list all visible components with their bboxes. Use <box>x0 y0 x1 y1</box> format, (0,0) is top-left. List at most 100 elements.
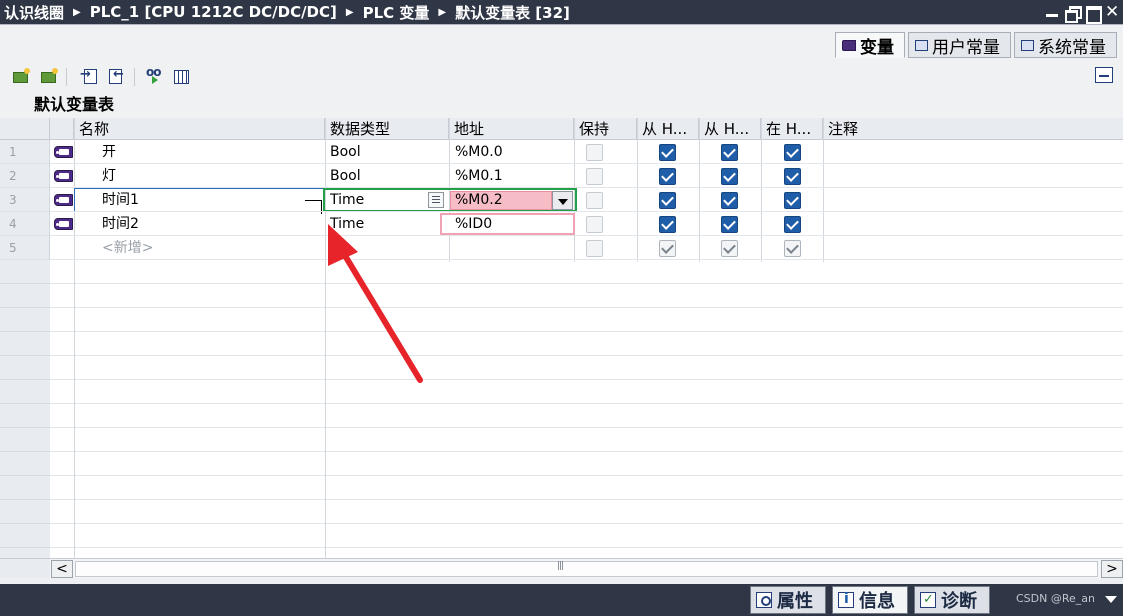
accessible-from-hmi-checkbox[interactable] <box>659 192 676 209</box>
restore-icon[interactable] <box>1065 5 1082 23</box>
tag-icon <box>54 218 73 230</box>
visible-in-hmi-checkbox[interactable] <box>784 216 801 233</box>
diagnostics-icon <box>920 592 936 608</box>
table-row[interactable]: 4 时间2 Time %ID0 <box>0 212 1123 236</box>
visible-in-hmi-checkbox[interactable] <box>784 168 801 185</box>
tag-icon <box>54 170 73 182</box>
accessible-from-hmi-checkbox[interactable] <box>659 240 676 257</box>
row-number: 3 <box>0 188 50 212</box>
toolbar <box>0 60 1123 92</box>
retain-checkbox[interactable] <box>586 144 603 161</box>
close-icon[interactable]: ✕ <box>1105 4 1119 21</box>
monitor-all-icon[interactable] <box>146 65 164 84</box>
tag-name[interactable]: 时间2 <box>102 212 139 236</box>
row-number: 2 <box>0 164 50 188</box>
text-cursor <box>305 200 321 201</box>
tab-tags[interactable]: 变量 <box>835 32 905 58</box>
table-row[interactable]: 1 开 Bool %M0.0 <box>0 140 1123 164</box>
visible-in-hmi-checkbox[interactable] <box>784 144 801 161</box>
visible-in-hmi-checkbox[interactable] <box>784 192 801 209</box>
maximize-icon[interactable] <box>1085 5 1102 24</box>
editor-tab-row: 变量 用户常量 系统常量 <box>0 24 1123 60</box>
breadcrumb-separator-icon: ▶ <box>345 6 354 18</box>
writable-from-hmi-checkbox[interactable] <box>721 168 738 185</box>
tag-name[interactable]: 时间1 <box>102 188 139 212</box>
add-tag-icon[interactable] <box>12 68 30 84</box>
scroll-right-icon[interactable]: > <box>1101 560 1123 578</box>
export-icon[interactable] <box>108 67 126 84</box>
column-header-writable-from-hmi[interactable]: 从 H... <box>699 118 761 140</box>
scroll-grip-icon: ||| <box>557 561 564 571</box>
breadcrumb: 认识线圈 ▶ PLC_1 [CPU 1212C DC/DC/DC] ▶ PLC … <box>4 1 570 23</box>
accessible-from-hmi-checkbox[interactable] <box>659 144 676 161</box>
column-header-accessible-from-hmi[interactable]: 从 H... <box>637 118 699 140</box>
scroll-left-icon[interactable]: < <box>51 560 73 578</box>
toolbar-divider <box>134 68 135 86</box>
retain-checkbox[interactable] <box>586 192 603 209</box>
tag-address[interactable]: %M0.0 <box>455 140 503 164</box>
breadcrumb-plc[interactable]: PLC_1 [CPU 1212C DC/DC/DC] <box>90 3 337 21</box>
breadcrumb-separator-icon: ▶ <box>438 6 447 18</box>
column-header-comment[interactable]: 注释 <box>823 118 1123 140</box>
scrollbar-thumb[interactable] <box>75 561 1098 577</box>
column-header-name[interactable]: 名称 <box>74 118 325 140</box>
tab-info-label: 信息 <box>859 591 895 612</box>
breadcrumb-plc-tags[interactable]: PLC 变量 <box>363 2 430 23</box>
retain-checkbox[interactable] <box>586 216 603 233</box>
column-header-address[interactable]: 地址 <box>449 118 574 140</box>
tab-user-constants[interactable]: 用户常量 <box>908 32 1011 58</box>
tag-address[interactable]: %M0.1 <box>455 164 503 188</box>
tab-diagnostics[interactable]: 诊断 <box>914 586 990 614</box>
column-header-retain[interactable]: 保持 <box>574 118 637 140</box>
writable-from-hmi-checkbox[interactable] <box>721 144 738 161</box>
table-row-add-new[interactable]: 5 <新增> <box>0 236 1123 260</box>
tag-data-type[interactable]: Bool <box>330 140 361 164</box>
accessible-from-hmi-checkbox[interactable] <box>659 216 676 233</box>
column-header-data-type[interactable]: 数据类型 <box>325 118 449 140</box>
tag-name[interactable]: 开 <box>102 140 116 164</box>
scroll-corner <box>0 558 50 578</box>
empty-grid-rows <box>50 260 1123 558</box>
tab-diagnostics-label: 诊断 <box>941 591 977 612</box>
tag-icon <box>54 146 73 158</box>
icon-column-header <box>50 118 74 140</box>
writable-from-hmi-checkbox[interactable] <box>721 240 738 257</box>
tab-system-constants[interactable]: 系统常量 <box>1014 32 1117 58</box>
row-number: 5 <box>0 236 50 260</box>
accessible-from-hmi-checkbox[interactable] <box>659 168 676 185</box>
tab-tags-label: 变量 <box>860 37 894 58</box>
breadcrumb-tag-table: 默认变量表 [32] <box>455 3 570 22</box>
visible-in-hmi-checkbox[interactable] <box>784 240 801 257</box>
tag-address[interactable]: %ID0 <box>455 212 492 236</box>
writable-from-hmi-checkbox[interactable] <box>721 216 738 233</box>
column-header-visible-in-hmi[interactable]: 在 H... <box>761 118 823 140</box>
horizontal-scrollbar[interactable]: < ||| > <box>50 558 1123 578</box>
insert-tag-icon[interactable] <box>40 68 58 84</box>
table-row[interactable]: 2 灯 Bool %M0.1 <box>0 164 1123 188</box>
tag-data-type[interactable]: Bool <box>330 164 361 188</box>
breadcrumb-project[interactable]: 认识线圈 <box>4 2 64 23</box>
row-number: 4 <box>0 212 50 236</box>
column-settings-icon[interactable] <box>1095 67 1113 83</box>
add-new-placeholder[interactable]: <新增> <box>102 236 153 260</box>
tab-info[interactable]: 信息 <box>832 586 908 614</box>
table-row-selected[interactable]: 3 时间1 Time %M0.2 <box>0 188 1123 214</box>
tag-data-type[interactable]: Time <box>330 212 364 236</box>
tag-table-view-icon[interactable] <box>172 68 190 84</box>
chevron-down-icon[interactable] <box>1105 596 1117 603</box>
row-number: 1 <box>0 140 50 164</box>
retain-checkbox[interactable] <box>586 168 603 185</box>
user-constant-icon <box>915 39 928 51</box>
minimize-icon[interactable] <box>1045 5 1059 19</box>
tab-properties[interactable]: 属性 <box>750 586 826 614</box>
system-constant-icon <box>1021 39 1034 51</box>
tag-name[interactable]: 灯 <box>102 164 116 188</box>
tab-system-constants-label: 系统常量 <box>1038 37 1106 58</box>
import-icon[interactable] <box>80 67 98 84</box>
writable-from-hmi-checkbox[interactable] <box>721 192 738 209</box>
tag-icon <box>842 39 856 51</box>
retain-checkbox[interactable] <box>586 240 603 257</box>
row-number-header <box>0 118 50 140</box>
title-bar: 认识线圈 ▶ PLC_1 [CPU 1212C DC/DC/DC] ▶ PLC … <box>0 0 1123 24</box>
toolbar-divider <box>66 68 67 86</box>
